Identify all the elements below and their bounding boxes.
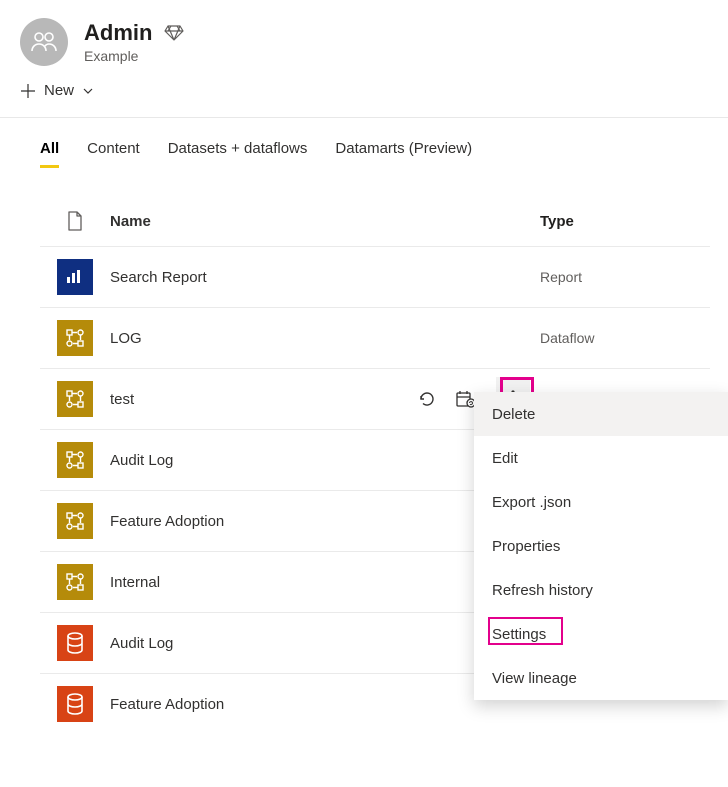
item-name[interactable]: Internal	[110, 574, 410, 591]
workspace-subtitle: Example	[84, 48, 184, 64]
dataflow-icon	[40, 320, 110, 356]
tab-all[interactable]: All	[40, 140, 59, 168]
menu-item-settings[interactable]: Settings	[474, 612, 728, 656]
item-type: Dataflow	[540, 330, 710, 346]
new-button-label: New	[44, 82, 74, 99]
tab-datasets-dataflows[interactable]: Datasets + dataflows	[168, 140, 308, 168]
report-icon	[40, 259, 110, 295]
refresh-icon[interactable]	[418, 390, 436, 408]
menu-item-edit[interactable]: Edit	[474, 436, 728, 480]
chevron-down-icon	[82, 85, 94, 97]
table-row[interactable]: LOG Dataflow	[40, 307, 710, 368]
premium-diamond-icon	[164, 25, 184, 41]
plus-icon	[20, 83, 36, 99]
new-button[interactable]: New	[0, 72, 114, 117]
table-header: Name Type	[40, 196, 710, 246]
item-name[interactable]: test	[110, 391, 410, 408]
workspace-avatar	[20, 18, 68, 66]
people-icon	[31, 32, 57, 52]
item-name[interactable]: Feature Adoption	[110, 513, 410, 530]
datamart-icon	[40, 686, 110, 722]
tabs: All Content Datasets + dataflows Datamarts …	[40, 118, 710, 168]
file-icon	[67, 211, 83, 231]
dataflow-icon	[40, 503, 110, 539]
dataflow-icon	[40, 381, 110, 417]
column-type-header[interactable]: Type	[540, 213, 710, 230]
item-name[interactable]: Feature Adoption	[110, 696, 410, 713]
table-row[interactable]: Search Report Report	[40, 246, 710, 307]
item-name[interactable]: Audit Log	[110, 635, 410, 652]
schedule-refresh-icon[interactable]	[456, 390, 476, 408]
item-type: Report	[540, 269, 710, 285]
tab-content[interactable]: Content	[87, 140, 140, 168]
menu-item-delete[interactable]: Delete	[474, 392, 728, 436]
context-menu: DeleteEditExport .jsonPropertiesRefresh …	[474, 392, 728, 700]
dataflow-icon	[40, 442, 110, 478]
menu-item-export-json[interactable]: Export .json	[474, 480, 728, 524]
tab-datamarts-preview-[interactable]: Datamarts (Preview)	[335, 140, 472, 168]
dataflow-icon	[40, 564, 110, 600]
item-name[interactable]: Search Report	[110, 269, 410, 286]
menu-item-properties[interactable]: Properties	[474, 524, 728, 568]
datamart-icon	[40, 625, 110, 661]
column-name-header[interactable]: Name	[110, 213, 410, 230]
menu-item-refresh-history[interactable]: Refresh history	[474, 568, 728, 612]
item-name[interactable]: Audit Log	[110, 452, 410, 469]
workspace-title: Admin	[84, 20, 152, 46]
item-name[interactable]: LOG	[110, 330, 410, 347]
menu-item-view-lineage[interactable]: View lineage	[474, 656, 728, 700]
